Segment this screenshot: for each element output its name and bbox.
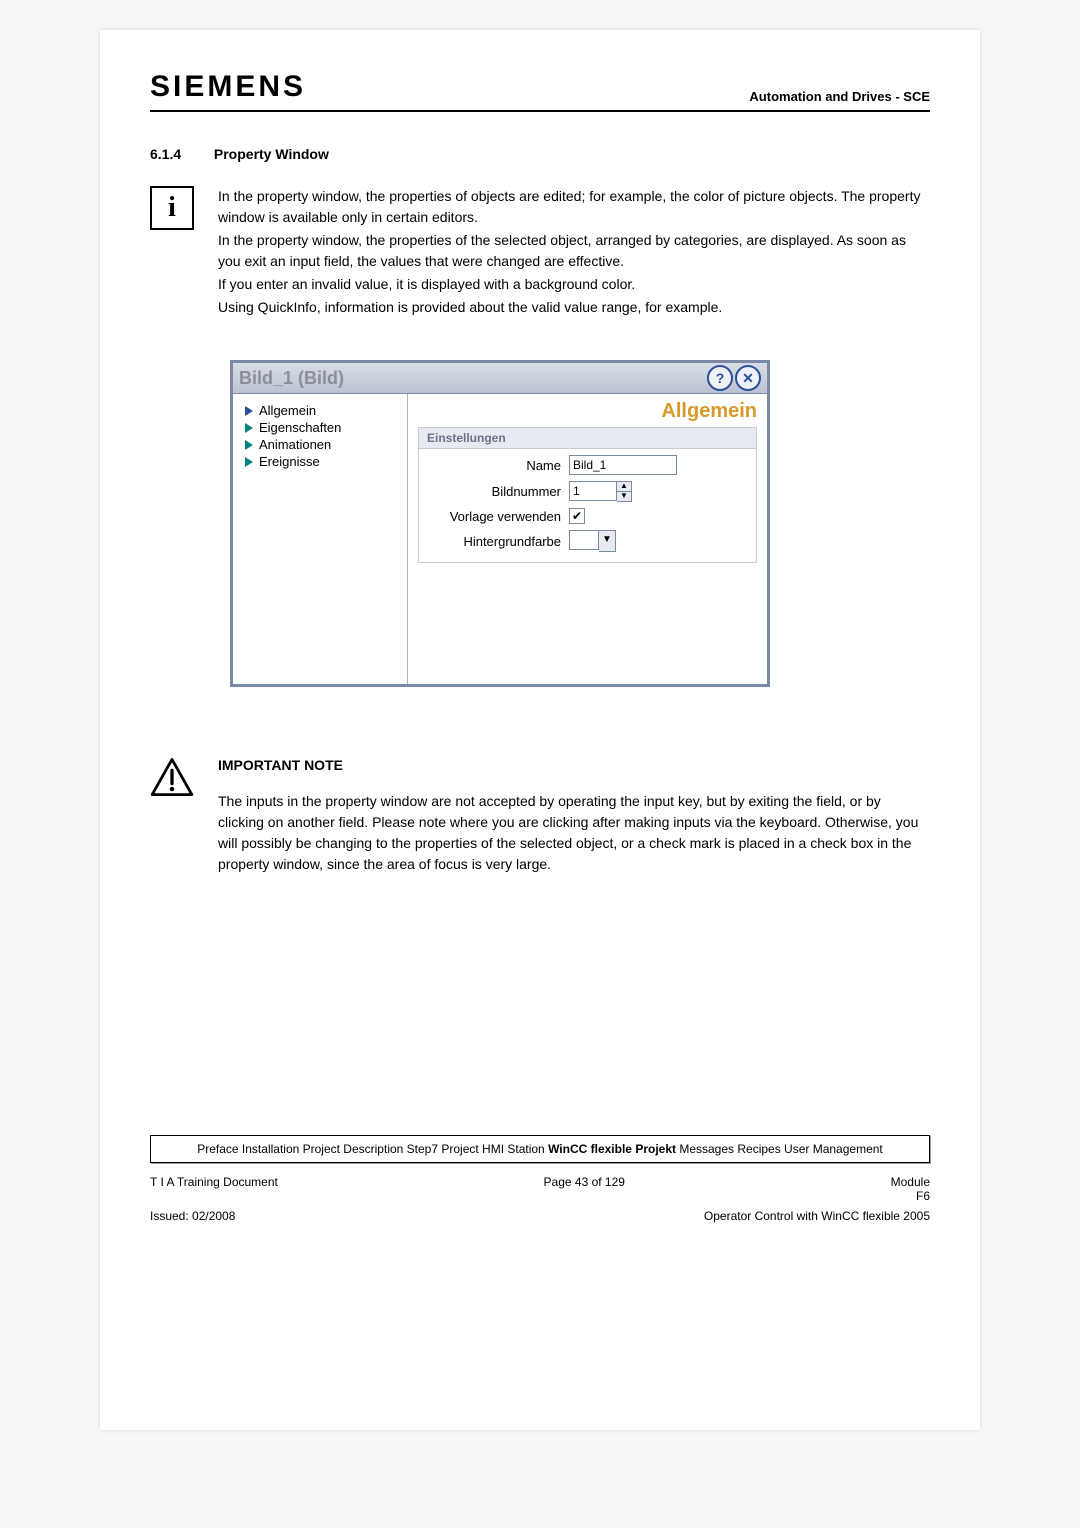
breadcrumb-active: WinCC flexible Projekt xyxy=(548,1142,676,1156)
close-icon[interactable]: ✕ xyxy=(735,365,761,391)
breadcrumb: Preface Installation Project Description… xyxy=(150,1135,930,1163)
important-note-title: IMPORTANT NOTE xyxy=(218,757,930,773)
category-ereignisse[interactable]: Ereignisse xyxy=(239,453,401,470)
color-swatch xyxy=(569,530,599,550)
vorlage-label: Vorlage verwenden xyxy=(431,509,569,524)
chevron-right-icon xyxy=(245,423,253,433)
settings-header: Einstellungen xyxy=(419,428,756,449)
help-icon[interactable]: ? xyxy=(707,365,733,391)
footer-left: T I A Training Document xyxy=(150,1175,278,1203)
chevron-right-icon xyxy=(245,440,253,450)
chevron-down-icon[interactable]: ▼ xyxy=(599,530,616,552)
important-note-text: The inputs in the property window are no… xyxy=(218,791,930,875)
breadcrumb-post: Messages Recipes User Management xyxy=(676,1142,883,1156)
hintergrundfarbe-label: Hintergrundfarbe xyxy=(431,534,569,549)
panel-title: Allgemein xyxy=(418,400,757,423)
section-title-text: Property Window xyxy=(214,146,329,162)
warning-icon xyxy=(150,757,194,875)
section-number: 6.1.4 xyxy=(150,146,210,162)
name-label: Name xyxy=(431,458,569,473)
paragraph-4: Using QuickInfo, information is provided… xyxy=(218,297,930,318)
chevron-right-icon xyxy=(245,406,253,416)
header-subtitle: Automation and Drives - SCE xyxy=(749,89,930,104)
property-window: Bild_1 (Bild) ? ✕ Allgemein Eigenschafte… xyxy=(230,360,770,687)
chevron-right-icon xyxy=(245,457,253,467)
section-heading: 6.1.4 Property Window xyxy=(150,146,930,162)
property-categories: Allgemein Eigenschaften Animationen Erei… xyxy=(233,394,408,684)
paragraph-3: If you enter an invalid value, it is dis… xyxy=(218,274,930,295)
category-label: Animationen xyxy=(259,437,331,452)
background-color-picker[interactable]: ▼ xyxy=(569,530,616,552)
footer-issued: Issued: 02/2008 xyxy=(150,1209,235,1223)
category-eigenschaften[interactable]: Eigenschaften xyxy=(239,419,401,436)
breadcrumb-pre: Preface Installation Project Description… xyxy=(197,1142,548,1156)
siemens-logo: SIEMENS xyxy=(150,70,306,104)
name-input[interactable] xyxy=(569,455,677,475)
bildnummer-label: Bildnummer xyxy=(431,484,569,499)
vorlage-checkbox[interactable]: ✔ xyxy=(569,508,585,524)
info-icon: i xyxy=(150,186,194,230)
category-label: Eigenschaften xyxy=(259,420,341,435)
footer-module: Module xyxy=(891,1175,930,1189)
paragraph-1: In the property window, the properties o… xyxy=(218,186,930,228)
property-window-title: Bild_1 (Bild) xyxy=(239,368,344,389)
category-label: Allgemein xyxy=(259,403,316,418)
footer-doc-title: Operator Control with WinCC flexible 200… xyxy=(704,1209,930,1223)
footer-module-code: F6 xyxy=(916,1189,930,1203)
paragraph-2: In the property window, the properties o… xyxy=(218,230,930,272)
bildnummer-input[interactable] xyxy=(569,481,617,501)
settings-box: Einstellungen Name Bildnummer ▲ ▼ xyxy=(418,427,757,563)
section-body: In the property window, the properties o… xyxy=(218,186,930,320)
category-label: Ereignisse xyxy=(259,454,320,469)
footer-page: Page 43 of 129 xyxy=(544,1175,625,1203)
spinner-down-icon[interactable]: ▼ xyxy=(617,492,631,501)
category-animationen[interactable]: Animationen xyxy=(239,436,401,453)
property-window-titlebar: Bild_1 (Bild) ? ✕ xyxy=(233,363,767,394)
category-allgemein[interactable]: Allgemein xyxy=(239,402,401,419)
